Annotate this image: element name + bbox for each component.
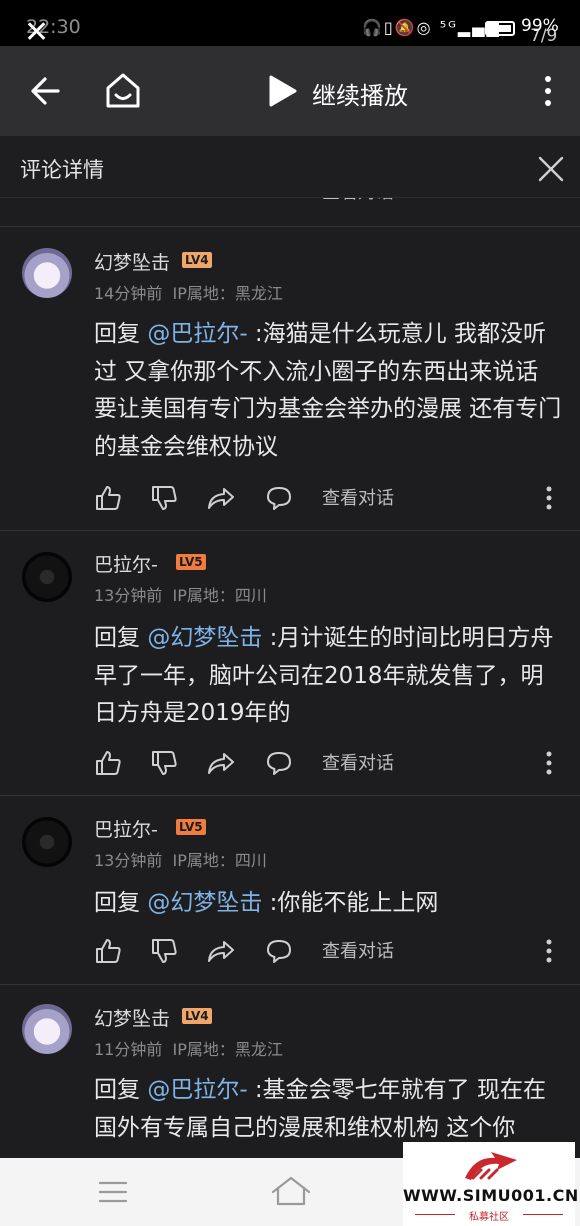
comment-bubble-icon[interactable] — [265, 484, 293, 512]
level-badge: LV4 — [182, 252, 212, 268]
comment-time: 13分钟前 — [94, 586, 163, 605]
close-icon[interactable] — [536, 154, 566, 184]
mention-link[interactable]: @幻梦坠击 — [147, 890, 262, 916]
username[interactable]: 幻梦坠击 — [94, 1004, 170, 1031]
reply-prefix: 回复 — [94, 625, 148, 651]
actions-row: 查看对话 — [0, 743, 580, 783]
back-arrow-icon[interactable] — [28, 68, 68, 114]
share-icon[interactable] — [207, 937, 235, 965]
page-title: 评论详情 — [20, 158, 104, 182]
watermark-rule — [523, 1214, 563, 1215]
like-icon[interactable] — [94, 937, 122, 965]
dislike-icon[interactable] — [150, 749, 178, 777]
play-icon[interactable] — [265, 74, 299, 108]
home-button-icon[interactable] — [270, 1174, 312, 1208]
avatar[interactable] — [22, 248, 72, 298]
comment-meta: 13分钟前 IP属地：四川 — [94, 582, 267, 606]
mention-link[interactable]: @巴拉尔- — [147, 1077, 247, 1103]
reply-prefix: 回复 — [94, 321, 148, 347]
top-nav: 继续播放 — [0, 46, 580, 136]
ip-location: IP属地：黑龙江 — [172, 284, 283, 303]
username[interactable]: 巴拉尔- — [94, 550, 158, 577]
ip-location: IP属地：黑龙江 — [172, 1040, 283, 1059]
watermark: WWW.SIMU001.CN 私募社区 — [403, 1142, 579, 1226]
comment-bubble-icon[interactable] — [265, 749, 293, 777]
dislike-icon[interactable] — [150, 937, 178, 965]
actions-row: 查看对话 — [0, 931, 580, 971]
battery-icon — [485, 21, 515, 36]
page-counter: 7/9 — [530, 26, 558, 46]
reply-prefix: 回复 — [94, 890, 148, 916]
avatar[interactable] — [22, 552, 72, 602]
level-badge: LV5 — [176, 554, 206, 570]
status-time: 22:30 — [26, 16, 81, 38]
comment-text: 回复 @巴拉尔- :海猫是什么玩意儿 我都没听过 又拿你那个不入流小圈子的东西出… — [94, 316, 564, 466]
like-icon[interactable] — [94, 484, 122, 512]
view-conversation-button[interactable]: 查看对话 — [322, 198, 394, 204]
username[interactable]: 巴拉尔- — [94, 815, 158, 842]
actions-row: 查看对话 — [0, 198, 580, 210]
comment-item: 巴拉尔- LV5 13分钟前 IP属地：四川 回复 @幻梦坠击 :月计诞生的时间… — [0, 530, 580, 796]
dislike-icon[interactable] — [150, 484, 178, 512]
view-conversation-button[interactable]: 查看对话 — [322, 749, 394, 775]
previous-actions-row: 查看对话 — [0, 198, 580, 210]
continue-play-button[interactable]: 继续播放 — [312, 76, 408, 111]
mention-link[interactable]: @巴拉尔- — [147, 321, 247, 347]
ip-location: IP属地：四川 — [172, 851, 267, 870]
like-icon[interactable] — [94, 749, 122, 777]
status-bar: ✕ 22:30 🎧▯🔕◎ ⁵ᴳ▂▄▆ 99% 7/9 — [0, 0, 580, 48]
comment-time: 11分钟前 — [94, 1040, 163, 1059]
comment-bubble-icon[interactable] — [265, 937, 293, 965]
level-badge: LV5 — [176, 819, 206, 835]
comment-item: 幻梦坠击 LV4 14分钟前 IP属地：黑龙江 回复 @巴拉尔- :海猫是什么玩… — [0, 226, 580, 532]
mention-link[interactable]: @幻梦坠击 — [147, 625, 262, 651]
ip-location: IP属地：四川 — [172, 586, 267, 605]
comment-body: :你能不能上上网 — [262, 890, 439, 916]
more-options-icon[interactable] — [540, 484, 558, 512]
username[interactable]: 幻梦坠击 — [94, 248, 170, 275]
watermark-logo — [465, 1152, 517, 1180]
comment-item: 巴拉尔- LV5 13分钟前 IP属地：四川 回复 @幻梦坠击 :你能不能上上网… — [0, 795, 580, 985]
home-icon[interactable] — [103, 70, 143, 112]
menu-icon[interactable] — [98, 1178, 128, 1206]
share-icon[interactable] — [207, 749, 235, 777]
share-icon[interactable] — [207, 484, 235, 512]
status-icons: 🎧▯🔕◎ ⁵ᴳ▂▄▆ — [362, 18, 501, 37]
comment-item: 幻梦坠击 LV4 11分钟前 IP属地：黑龙江 回复 @巴拉尔- :基金会零七年… — [0, 984, 580, 1158]
comment-meta: 14分钟前 IP属地：黑龙江 — [94, 280, 283, 304]
avatar[interactable] — [22, 1004, 72, 1054]
avatar[interactable] — [22, 817, 72, 867]
comment-text: 回复 @幻梦坠击 :你能不能上上网 — [94, 885, 564, 923]
comment-text: 回复 @巴拉尔- :基金会零七年就有了 现在在国外有专属自己的漫展和维权机构 这… — [94, 1072, 564, 1147]
watermark-sub: 私募社区 — [469, 1212, 509, 1223]
more-options-icon[interactable] — [540, 937, 558, 965]
actions-row: 查看对话 — [0, 478, 580, 518]
comment-text: 回复 @幻梦坠击 :月计诞生的时间比明日方舟早了一年，脑叶公司在2018年就发售… — [94, 620, 564, 733]
comment-meta: 13分钟前 IP属地：四川 — [94, 847, 267, 871]
watermark-site: WWW.SIMU001.CN — [403, 1186, 579, 1205]
comment-time: 13分钟前 — [94, 851, 163, 870]
more-menu-icon[interactable] — [536, 74, 560, 108]
comment-time: 14分钟前 — [94, 284, 163, 303]
more-options-icon[interactable] — [540, 749, 558, 777]
comment-detail-header: 评论详情 — [0, 136, 580, 198]
comment-meta: 11分钟前 IP属地：黑龙江 — [94, 1036, 283, 1060]
reply-prefix: 回复 — [94, 1077, 148, 1103]
level-badge: LV4 — [182, 1008, 212, 1024]
view-conversation-button[interactable]: 查看对话 — [322, 484, 394, 510]
view-conversation-button[interactable]: 查看对话 — [322, 937, 394, 963]
